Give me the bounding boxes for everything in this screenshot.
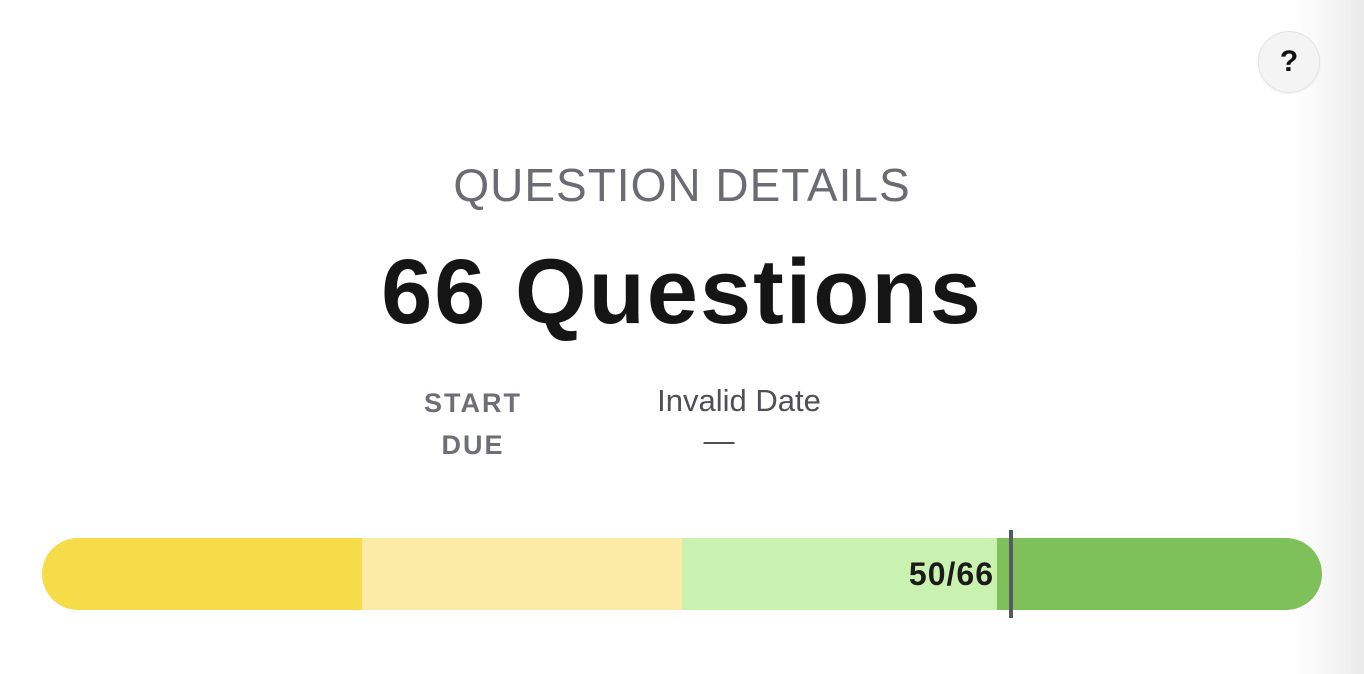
help-button[interactable]: ? — [1258, 31, 1320, 93]
progress-segment-3: 50/66 — [682, 538, 1002, 610]
start-date-value: Invalid Date — [657, 383, 821, 418]
due-date-value: — — [703, 423, 735, 458]
progress-segment-2 — [362, 538, 682, 610]
help-icon: ? — [1279, 45, 1299, 78]
section-eyebrow: QUESTION DETAILS — [453, 159, 911, 211]
progress-bar: 50/66 — [42, 538, 1322, 610]
progress-count-label: 50/66 — [908, 556, 994, 592]
start-date-label: START — [424, 388, 522, 418]
due-date-label: DUE — [441, 430, 505, 460]
progress-segment-1 — [42, 538, 362, 610]
progress-segment-4 — [1002, 538, 1322, 610]
progress-segment-3-edge — [997, 538, 1002, 610]
page-title: 66 Questions — [381, 241, 983, 343]
progress-marker — [1009, 530, 1013, 618]
